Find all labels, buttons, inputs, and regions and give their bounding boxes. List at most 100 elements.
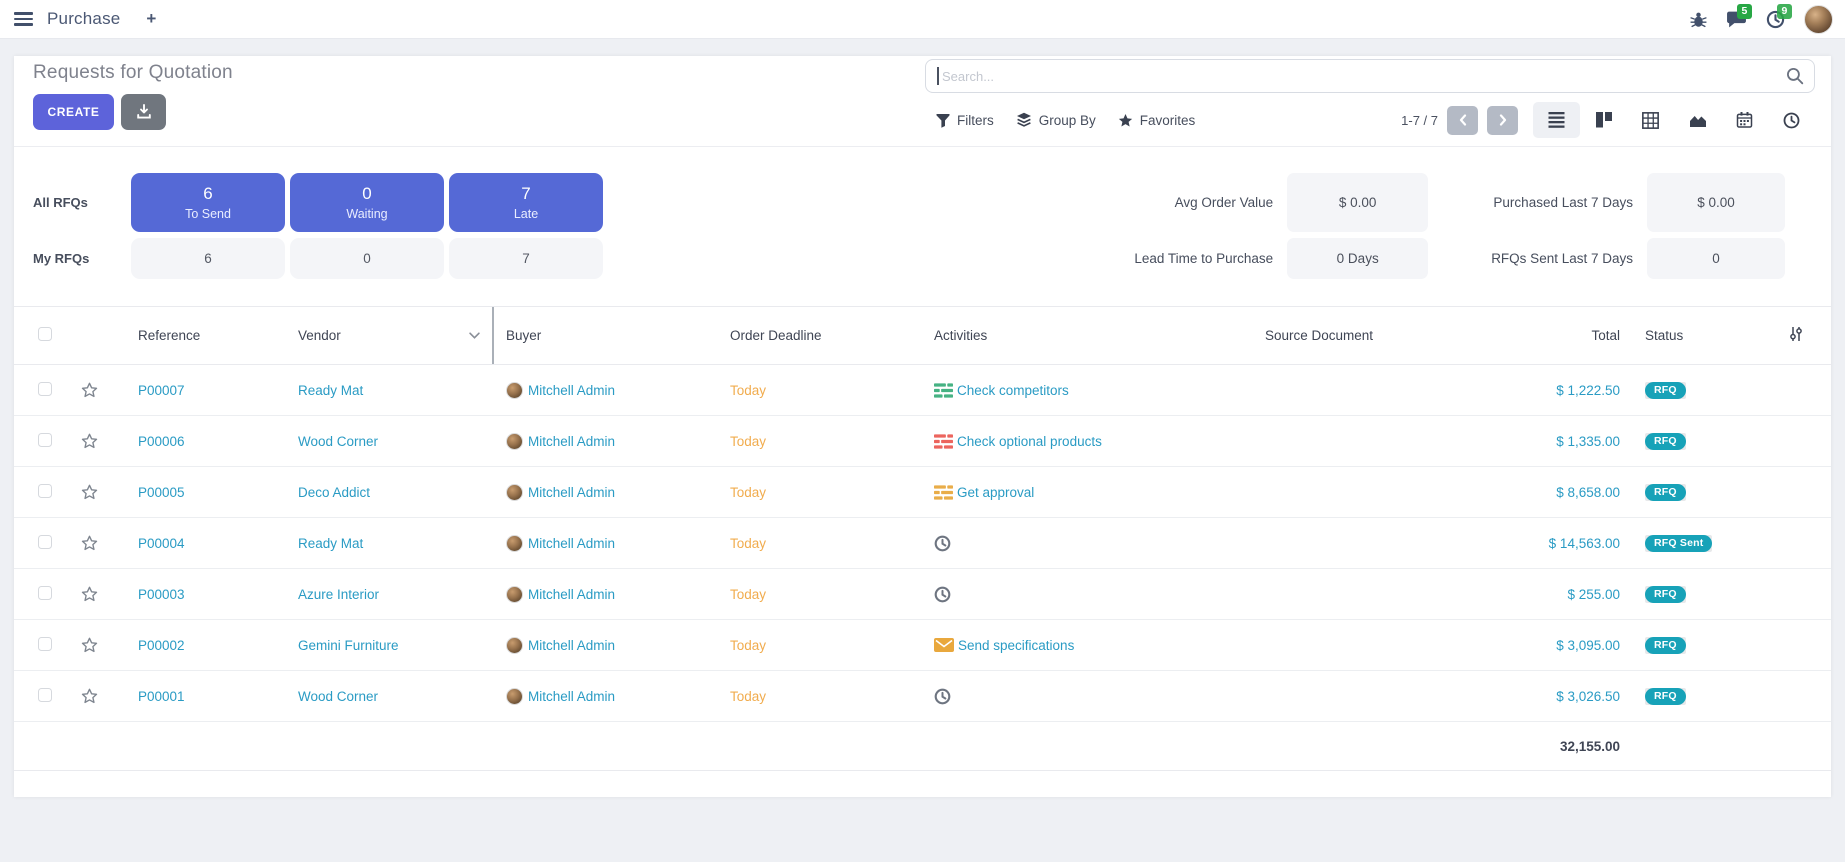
row-checkbox[interactable]	[38, 484, 52, 498]
activity-cell[interactable]: Get approval	[922, 485, 1252, 500]
counter-cell[interactable]: 6	[131, 238, 285, 279]
apps-menu-icon[interactable]	[14, 12, 33, 26]
create-button[interactable]: CREATE	[33, 94, 114, 130]
group-by-button[interactable]: Group By	[1016, 112, 1096, 128]
status-badge: RFQ	[1645, 688, 1686, 705]
header-source-document[interactable]: Source Document	[1252, 328, 1442, 343]
favorite-star-icon[interactable]	[81, 433, 108, 449]
vendor-link[interactable]: Wood Corner	[298, 434, 378, 449]
counter-cell[interactable]: 7	[449, 238, 603, 279]
table-row[interactable]: P00005 Deco Addict Mitchell Admin Today …	[14, 467, 1831, 518]
counter-row-label[interactable]: My RFQs	[33, 238, 126, 279]
header-status[interactable]: Status	[1640, 328, 1736, 343]
favorite-star-icon[interactable]	[81, 637, 108, 653]
debug-bug-icon[interactable]	[1690, 11, 1707, 28]
table-row[interactable]: P00007 Ready Mat Mitchell Admin Today Ch…	[14, 365, 1831, 416]
activity-label[interactable]: Send specifications	[958, 638, 1074, 653]
vendor-link[interactable]: Gemini Furniture	[298, 638, 399, 653]
activity-view-button[interactable]	[1768, 102, 1815, 138]
buyer-link[interactable]: Mitchell Admin	[528, 485, 615, 500]
calendar-view-button[interactable]	[1721, 102, 1768, 138]
table-row[interactable]: P00004 Ready Mat Mitchell Admin Today $ …	[14, 518, 1831, 569]
vendor-link[interactable]: Ready Mat	[298, 383, 363, 398]
messages-icon[interactable]: 5	[1726, 10, 1747, 29]
graph-view-button[interactable]	[1674, 102, 1721, 138]
activity-cell[interactable]: Check competitors	[922, 383, 1252, 398]
activity-cell[interactable]	[922, 535, 1252, 552]
list-view-button[interactable]	[1533, 102, 1580, 138]
optional-columns-icon[interactable]	[1788, 326, 1804, 342]
counter-cell[interactable]: 6To Send	[131, 173, 285, 232]
reference-link[interactable]: P00006	[138, 434, 185, 449]
activity-cell[interactable]	[922, 688, 1252, 705]
table-row[interactable]: P00003 Azure Interior Mitchell Admin Tod…	[14, 569, 1831, 620]
select-all-checkbox[interactable]	[38, 327, 52, 341]
buyer-avatar	[506, 433, 523, 450]
row-checkbox[interactable]	[38, 382, 52, 396]
activity-label[interactable]: Get approval	[957, 485, 1034, 500]
reference-link[interactable]: P00005	[138, 485, 185, 500]
activities-clock-icon[interactable]: 9	[1766, 10, 1785, 29]
user-avatar[interactable]	[1804, 5, 1833, 34]
reference-link[interactable]: P00003	[138, 587, 185, 602]
favorites-button[interactable]: Favorites	[1118, 113, 1196, 128]
app-title[interactable]: Purchase	[47, 9, 120, 29]
pager-previous-button[interactable]	[1447, 106, 1478, 135]
header-buyer[interactable]: Buyer	[494, 328, 718, 343]
filters-button[interactable]: Filters	[936, 113, 994, 128]
activity-label[interactable]: Check optional products	[957, 434, 1102, 449]
counter-cell[interactable]: 7Late	[449, 173, 603, 232]
header-total[interactable]: Total	[1442, 328, 1622, 343]
table-row[interactable]: P00002 Gemini Furniture Mitchell Admin T…	[14, 620, 1831, 671]
row-checkbox[interactable]	[38, 433, 52, 447]
favorite-star-icon[interactable]	[81, 535, 108, 551]
row-checkbox[interactable]	[38, 535, 52, 549]
header-vendor[interactable]: Vendor	[294, 307, 494, 364]
counter-row-label[interactable]: All RFQs	[33, 173, 126, 232]
row-checkbox[interactable]	[38, 688, 52, 702]
row-checkbox[interactable]	[38, 637, 52, 651]
header-order-deadline[interactable]: Order Deadline	[718, 328, 922, 343]
export-download-button[interactable]	[121, 94, 166, 130]
buyer-link[interactable]: Mitchell Admin	[528, 434, 615, 449]
table-row[interactable]: P00001 Wood Corner Mitchell Admin Today …	[14, 671, 1831, 722]
activities-count-badge: 9	[1777, 4, 1792, 19]
order-deadline-value: Today	[730, 485, 766, 500]
table-row[interactable]: P00006 Wood Corner Mitchell Admin Today …	[14, 416, 1831, 467]
favorite-star-icon[interactable]	[81, 688, 108, 704]
pivot-view-button[interactable]	[1627, 102, 1674, 138]
search-icon[interactable]	[1786, 67, 1804, 90]
favorite-star-icon[interactable]	[81, 586, 108, 602]
counter-cell[interactable]: 0Waiting	[290, 173, 444, 232]
buyer-link[interactable]: Mitchell Admin	[528, 689, 615, 704]
new-tab-plus-icon[interactable]: +	[146, 9, 156, 29]
activity-cell[interactable]: Check optional products	[922, 434, 1252, 449]
buyer-link[interactable]: Mitchell Admin	[528, 383, 615, 398]
vendor-link[interactable]: Ready Mat	[298, 536, 363, 551]
favorite-star-icon[interactable]	[81, 382, 108, 398]
download-icon	[136, 104, 152, 120]
reference-link[interactable]: P00002	[138, 638, 185, 653]
reference-link[interactable]: P00001	[138, 689, 185, 704]
header-reference[interactable]: Reference	[108, 328, 294, 343]
search-input[interactable]	[925, 59, 1815, 93]
counter-cell[interactable]: 0	[290, 238, 444, 279]
buyer-link[interactable]: Mitchell Admin	[528, 536, 615, 551]
kpi-value: 0 Days	[1287, 238, 1428, 279]
favorite-star-icon[interactable]	[81, 484, 108, 500]
row-checkbox[interactable]	[38, 586, 52, 600]
pager-next-button[interactable]	[1487, 106, 1518, 135]
activity-label[interactable]: Check competitors	[957, 383, 1069, 398]
reference-link[interactable]: P00007	[138, 383, 185, 398]
kanban-view-button[interactable]	[1580, 102, 1627, 138]
reference-link[interactable]: P00004	[138, 536, 185, 551]
vendor-link[interactable]: Azure Interior	[298, 587, 379, 602]
buyer-link[interactable]: Mitchell Admin	[528, 638, 615, 653]
buyer-link[interactable]: Mitchell Admin	[528, 587, 615, 602]
activity-cell[interactable]	[922, 586, 1252, 603]
header-activities[interactable]: Activities	[922, 328, 1252, 343]
vendor-link[interactable]: Wood Corner	[298, 689, 378, 704]
order-deadline-value: Today	[730, 383, 766, 398]
vendor-link[interactable]: Deco Addict	[298, 485, 370, 500]
activity-cell[interactable]: Send specifications	[922, 638, 1252, 653]
